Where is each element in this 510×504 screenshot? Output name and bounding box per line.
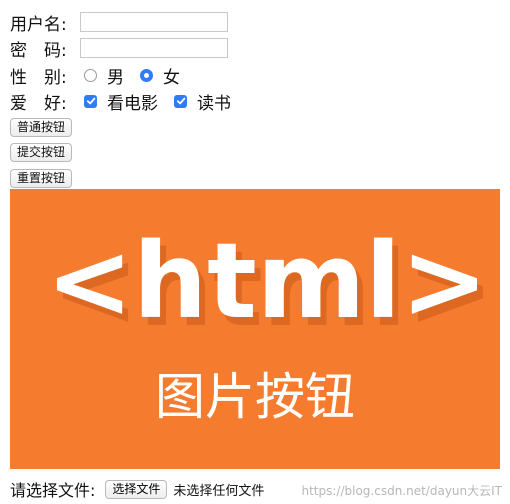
username-row: 用户名: <box>10 10 228 35</box>
gender-female-radio[interactable] <box>140 68 153 82</box>
gender-female-label: 女 <box>163 67 180 88</box>
normal-button[interactable]: 普通按钮 <box>10 118 73 137</box>
html-logo-image: <html> <html> 图片按钮 <box>10 189 500 469</box>
file-status: 未选择任何文件 <box>173 483 265 499</box>
username-label: 用户名: <box>10 14 67 35</box>
gender-male-label: 男 <box>107 67 124 88</box>
gender-label: 性 别: <box>10 67 67 88</box>
checkmark-icon <box>176 97 185 105</box>
image-button-caption: 图片按钮 <box>155 368 355 426</box>
hobby-movie-label: 看电影 <box>107 93 158 114</box>
watermark: https://blog.csdn.net/dayun大云IT <box>301 484 502 498</box>
image-button[interactable]: <html> <html> 图片按钮 <box>10 189 500 469</box>
username-input[interactable] <box>80 12 228 32</box>
hobby-row: 爱 好: 看电影 读书 <box>10 89 243 114</box>
checkmark-icon <box>86 97 95 105</box>
gender-row: 性 别: 男 女 <box>10 63 192 88</box>
logo-text: <html> <box>46 220 488 342</box>
password-input[interactable] <box>80 38 228 58</box>
submit-button[interactable]: 提交按钮 <box>10 143 73 162</box>
file-row: 请选择文件: 选择文件 未选择任何文件 <box>10 478 264 500</box>
password-row: 密 码: <box>10 36 228 61</box>
choose-file-button[interactable]: 选择文件 <box>105 479 168 499</box>
reset-button[interactable]: 重置按钮 <box>10 169 73 188</box>
hobby-label: 爱 好: <box>10 93 67 114</box>
hobby-reading-checkbox[interactable] <box>174 94 187 108</box>
hobby-movie-checkbox[interactable] <box>84 94 97 108</box>
hobby-reading-label: 读书 <box>197 93 231 114</box>
gender-male-radio[interactable] <box>84 68 97 82</box>
password-label: 密 码: <box>10 40 67 61</box>
file-label: 请选择文件: <box>10 481 96 500</box>
